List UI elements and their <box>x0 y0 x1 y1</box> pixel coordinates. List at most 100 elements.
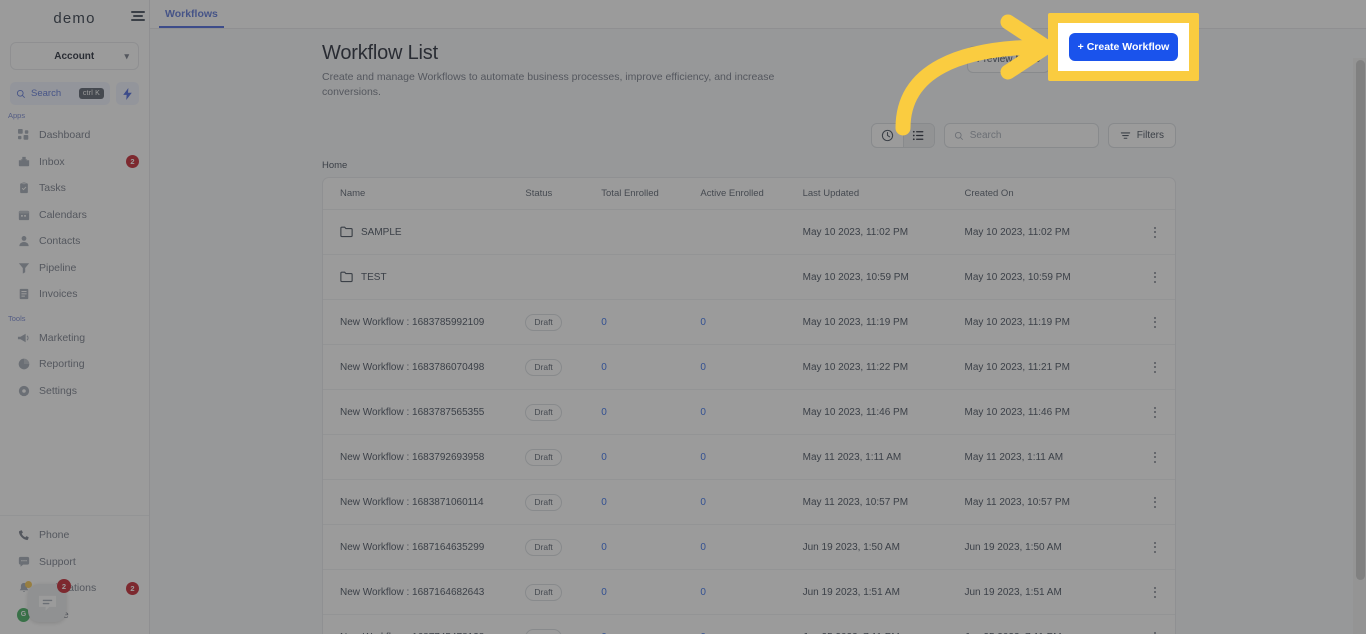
cell-name[interactable]: New Workflow : 1687745478138 <box>323 614 526 634</box>
cell-active-enrolled[interactable]: 0 <box>700 434 803 481</box>
sidebar-item-invoices[interactable]: Invoices <box>0 281 149 308</box>
row-menu-icon[interactable] <box>1134 406 1175 418</box>
filters-label: Filters <box>1136 130 1164 142</box>
cell-active-enrolled[interactable]: 0 <box>700 389 803 436</box>
cell-actions[interactable] <box>1134 344 1175 391</box>
cell-actions[interactable] <box>1134 389 1175 436</box>
sidebar-item-pipeline[interactable]: Pipeline <box>0 255 149 282</box>
sidebar-item-contacts[interactable]: Contacts <box>0 228 149 255</box>
sidebar-item-reporting[interactable]: Reporting <box>0 351 149 378</box>
history-view-toggle[interactable] <box>872 124 903 147</box>
sidebar-item-marketing[interactable]: Marketing <box>0 325 149 352</box>
sidebar-item-settings[interactable]: Settings <box>0 378 149 405</box>
table-row[interactable]: SAMPLE May 10 2023, 11:02 PM May 10 2023, … <box>323 209 1175 256</box>
cell-name[interactable]: New Workflow : 1687164635299 <box>323 524 526 571</box>
row-menu-icon[interactable] <box>1134 271 1175 283</box>
sidebar-item-inbox[interactable]: Inbox 2 <box>0 149 149 176</box>
scrollbar-thumb[interactable] <box>1356 60 1365 580</box>
cell-active-enrolled[interactable] <box>700 209 803 256</box>
cell-name[interactable]: New Workflow : 1683871060114 <box>323 479 526 526</box>
list-view-toggle[interactable] <box>902 124 934 148</box>
cell-actions[interactable] <box>1134 479 1175 526</box>
row-menu-icon[interactable] <box>1134 586 1175 598</box>
table-row[interactable]: New Workflow : 1683871060114 Draft 0 0 May 1… <box>323 479 1175 526</box>
column-header-created[interactable]: Created On <box>964 178 1135 211</box>
sidebar-item-calendars[interactable]: Calendars <box>0 202 149 229</box>
preview-mode-button[interactable]: Preview Mode <box>966 45 1051 73</box>
column-header-updated[interactable]: Last Updated <box>802 178 965 211</box>
cell-total-enrolled[interactable]: 0 <box>601 434 701 481</box>
cell-actions[interactable] <box>1134 569 1175 616</box>
cell-active-enrolled[interactable]: 0 <box>700 299 803 346</box>
cell-actions[interactable] <box>1134 614 1175 634</box>
cell-name[interactable]: New Workflow : 1687164682643 <box>323 569 526 616</box>
column-header-status[interactable]: Status <box>525 178 602 211</box>
sidebar-item-label: Support <box>39 555 76 568</box>
column-header-total[interactable]: Total Enrolled <box>601 178 701 211</box>
cell-total-enrolled[interactable]: 0 <box>601 614 701 634</box>
cell-name[interactable]: New Workflow : 1683785992109 <box>323 299 526 346</box>
cell-name[interactable]: New Workflow : 1683792693958 <box>323 434 526 481</box>
sidebar-item-notifications[interactable]: Notifications 2 <box>0 575 149 602</box>
vertical-scrollbar[interactable] <box>1353 58 1366 634</box>
cell-total-enrolled[interactable]: 0 <box>601 479 701 526</box>
row-menu-icon[interactable] <box>1134 226 1175 238</box>
active-enrolled-link: 0 <box>700 406 706 418</box>
sidebar-item-support[interactable]: Support <box>0 549 149 576</box>
breadcrumb[interactable]: Home <box>322 160 1176 171</box>
cell-active-enrolled[interactable]: 0 <box>700 479 803 526</box>
table-row[interactable]: New Workflow : 1687745478138Draft00Jun 2… <box>323 614 1175 634</box>
filters-button[interactable]: Filters <box>1107 123 1176 149</box>
cell-active-enrolled[interactable]: 0 <box>700 524 803 571</box>
hamburger-icon[interactable] <box>131 11 145 21</box>
search-input[interactable]: Search <box>943 123 1099 149</box>
cell-total-enrolled[interactable] <box>601 254 701 301</box>
sidebar-item-dashboard[interactable]: Dashboard <box>0 122 149 149</box>
cell-total-enrolled[interactable]: 0 <box>601 344 701 391</box>
table-row[interactable]: New Workflow : 1683792693958 Draft 0 0 May 1… <box>323 434 1175 481</box>
quick-actions-button[interactable] <box>116 82 139 105</box>
cell-active-enrolled[interactable]: 0 <box>700 614 803 634</box>
row-menu-icon[interactable] <box>1134 316 1175 328</box>
column-header-active[interactable]: Active Enrolled <box>700 178 803 211</box>
table-row[interactable]: New Workflow : 1683785992109 Draft 0 0 May 1… <box>323 299 1175 346</box>
cell-name[interactable]: New Workflow : 1683787565355 <box>323 389 526 436</box>
table-row[interactable]: New Workflow : 1683787565355 Draft 0 0 May 1… <box>323 389 1175 436</box>
table-row[interactable]: New Workflow : 1687164635299 Draft 0 0 Jun 1… <box>323 524 1175 571</box>
cell-name[interactable]: New Workflow : 1683786070498 <box>323 344 526 391</box>
cell-actions[interactable] <box>1134 524 1175 571</box>
status-badge: Draft <box>525 403 562 421</box>
row-menu-icon[interactable] <box>1134 541 1175 553</box>
row-menu-icon[interactable] <box>1134 451 1175 463</box>
row-menu-icon[interactable] <box>1134 361 1175 373</box>
cell-total-enrolled[interactable] <box>601 209 701 256</box>
account-dropdown[interactable]: Account ▾ <box>10 42 139 70</box>
cell-actions[interactable] <box>1134 434 1175 481</box>
cell-total-enrolled[interactable]: 0 <box>601 299 701 346</box>
column-header-name[interactable]: Name <box>323 178 526 211</box>
tab-workflows[interactable]: Workflows <box>159 8 224 28</box>
cell-total-enrolled[interactable]: 0 <box>601 524 701 571</box>
sidebar-item-phone[interactable]: Phone <box>0 522 149 549</box>
sidebar-item-tasks[interactable]: Tasks <box>0 175 149 202</box>
cell-active-enrolled[interactable]: 0 <box>700 569 803 616</box>
row-menu-icon[interactable] <box>1134 496 1175 508</box>
cell-active-enrolled[interactable]: 0 <box>700 344 803 391</box>
cell-actions[interactable] <box>1134 254 1175 301</box>
cell-active-enrolled[interactable] <box>700 254 803 301</box>
table-row[interactable]: New Workflow : 1683786070498 Draft 0 0 May 1… <box>323 344 1175 391</box>
sidebar-item-profile[interactable]: G Profile <box>0 602 149 629</box>
cell-actions[interactable] <box>1134 299 1175 346</box>
table-row[interactable]: TEST May 10 2023, 10:59 PM May 10 2023, 10… <box>323 254 1175 301</box>
cell-total-enrolled[interactable]: 0 <box>601 569 701 616</box>
cell-total-enrolled[interactable]: 0 <box>601 389 701 436</box>
cell-actions[interactable] <box>1134 209 1175 256</box>
chat-widget-button[interactable]: 2 <box>25 579 71 622</box>
created-on-value: May 10 2023, 11:46 PM <box>964 406 1070 418</box>
status-badge: Draft <box>525 358 562 376</box>
create-workflow-button[interactable]: + Create Workflow <box>1058 45 1176 73</box>
sidebar-search-input[interactable]: Search ctrl K <box>10 82 110 105</box>
table-row[interactable]: New Workflow : 1687164682643 Draft 0 0 Jun 1… <box>323 569 1175 616</box>
cell-name[interactable]: SAMPLE <box>323 209 526 256</box>
cell-name[interactable]: TEST <box>323 254 526 301</box>
